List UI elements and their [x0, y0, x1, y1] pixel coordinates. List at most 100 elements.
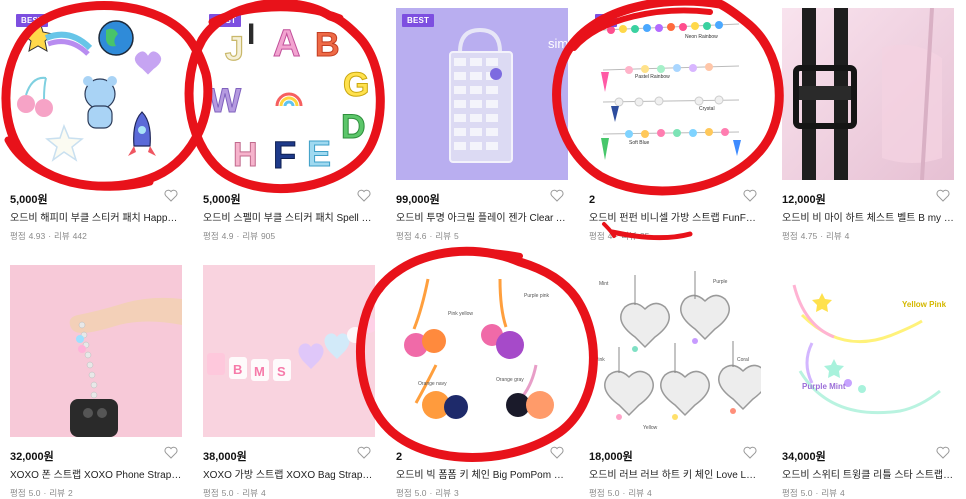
- product-price: 18,000원: [589, 451, 633, 463]
- product-price: 38,000원: [203, 451, 247, 463]
- svg-text:D: D: [341, 108, 366, 146]
- svg-text:B: B: [233, 362, 242, 377]
- product-rating: 평점 4.9 · 리뷰 905: [203, 231, 276, 241]
- svg-text:Pink: Pink: [595, 357, 605, 363]
- product-title[interactable]: XOXO 폰 스트랩 XOXO Phone Strap ...: [10, 466, 182, 481]
- product-thumbnail[interactable]: Yellow Pink Purple Mint: [782, 265, 954, 437]
- product-rating: 평점 5.0 · 리뷰 2: [10, 488, 73, 498]
- wishlist-heart-icon[interactable]: [164, 189, 178, 202]
- product-rating: 평점 4 · 리뷰 25: [589, 231, 650, 241]
- svg-text:I: I: [247, 18, 255, 51]
- svg-text:S: S: [277, 364, 286, 379]
- product-price: 5,000원: [10, 194, 48, 206]
- svg-text:Soft Blue: Soft Blue: [629, 140, 650, 146]
- wishlist-heart-icon[interactable]: [550, 446, 564, 459]
- product-thumbnail[interactable]: [10, 265, 182, 437]
- product-title[interactable]: 오드비 해피미 부클 스티커 패치 Happy ...: [10, 209, 182, 224]
- product-price: 12,000원: [782, 194, 826, 206]
- product-rating: 평점 5.0 · 리뷰 4: [203, 488, 266, 498]
- product-price: 2: [396, 451, 403, 463]
- letter-patch-image: J I A B G W D H F E: [209, 18, 370, 178]
- bag-strap-image: B M S: [203, 265, 375, 437]
- svg-text:Crystal: Crystal: [699, 106, 715, 112]
- product-card[interactable]: Yellow Pink Purple Mint 34,000원 오드비 스위티 …: [782, 265, 954, 499]
- wishlist-heart-icon[interactable]: [936, 189, 950, 202]
- product-title[interactable]: 오드비 러브 러브 하트 키 체인 Love Lov...: [589, 466, 761, 481]
- wishlist-heart-icon[interactable]: [550, 189, 564, 202]
- phone-strap-image: [10, 265, 182, 437]
- svg-text:M: M: [254, 364, 265, 379]
- product-rating: 평점 4.6 · 리뷰 5: [396, 231, 459, 241]
- heart-keychain-image: Mint Purple Pink Coral Yellow: [595, 271, 761, 431]
- product-title[interactable]: XOXO 가방 스트랩 XOXO Bag Strap o...: [203, 466, 375, 481]
- product-card[interactable]: Pink yellow Purple pink Orange navy Oran…: [396, 265, 568, 499]
- svg-text:Pastel Rainbow: Pastel Rainbow: [635, 74, 670, 80]
- chest-belt-image: [782, 8, 954, 180]
- product-thumbnail[interactable]: Mint Purple Pink Coral Yellow: [589, 265, 761, 437]
- product-title[interactable]: 오드비 빅 폼폼 키 체인 Big PomPom K...: [396, 466, 568, 481]
- best-badge: BEST: [16, 14, 49, 27]
- svg-text:W: W: [209, 82, 242, 120]
- svg-text:Yellow Pink: Yellow Pink: [902, 300, 947, 309]
- product-thumbnail[interactable]: Neon Rainbow Pastel Rainbow Crystal Soft…: [589, 8, 761, 180]
- svg-text:J: J: [225, 30, 244, 68]
- product-price: 2: [589, 194, 596, 206]
- svg-text:Purple Mint: Purple Mint: [802, 382, 846, 391]
- product-title[interactable]: 오드비 비 마이 하트 체스트 벨트 B my H...: [782, 209, 954, 224]
- svg-text:Coral: Coral: [737, 357, 749, 363]
- product-card[interactable]: Mint Purple Pink Coral Yellow 18,000원 오드…: [589, 265, 761, 499]
- svg-text:E: E: [307, 133, 331, 174]
- svg-text:Mint: Mint: [599, 281, 609, 287]
- brand-watermark: simple: [548, 36, 568, 51]
- product-card[interactable]: 32,000원 XOXO 폰 스트랩 XOXO Phone Strap ... …: [10, 265, 182, 499]
- sticker-patch-image: [17, 20, 164, 162]
- product-card[interactable]: J I A B G W D H F E BEST 5,000원 오드비 스펠미 …: [203, 8, 375, 242]
- bag-strap-image: Neon Rainbow Pastel Rainbow Crystal Soft…: [601, 21, 741, 160]
- svg-text:Orange navy: Orange navy: [418, 381, 447, 387]
- product-thumbnail[interactable]: B M S: [203, 265, 375, 437]
- svg-text:F: F: [273, 135, 296, 177]
- svg-text:Pink yellow: Pink yellow: [448, 311, 473, 317]
- wishlist-heart-icon[interactable]: [357, 446, 371, 459]
- twinkle-strap-image: Yellow Pink Purple Mint: [792, 284, 947, 415]
- product-thumbnail[interactable]: [782, 8, 954, 180]
- product-card[interactable]: 12,000원 오드비 비 마이 하트 체스트 벨트 B my H... 평점 4…: [782, 8, 954, 242]
- svg-text:Purple: Purple: [713, 279, 728, 285]
- product-rating: 평점 4.93 · 리뷰 442: [10, 231, 87, 241]
- wishlist-heart-icon[interactable]: [357, 189, 371, 202]
- wishlist-heart-icon[interactable]: [936, 446, 950, 459]
- product-card[interactable]: BEST 5,000원 오드비 해피미 부클 스티커 패치 Happy ... …: [10, 8, 182, 242]
- pompom-keychain-image: Pink yellow Purple pink Orange navy Oran…: [404, 278, 554, 419]
- product-title[interactable]: 오드비 펀펀 비니셀 가방 스트랩 FunFun...: [589, 209, 761, 224]
- wishlist-heart-icon[interactable]: [164, 446, 178, 459]
- product-price: 32,000원: [10, 451, 54, 463]
- product-rating: 평점 5.0 · 리뷰 4: [589, 488, 652, 498]
- product-title[interactable]: 오드비 투명 아크릴 플레이 젠가 Clear A...: [396, 209, 568, 224]
- svg-text:Purple pink: Purple pink: [524, 293, 550, 299]
- product-thumbnail[interactable]: Pink yellow Purple pink Orange navy Oran…: [396, 265, 568, 437]
- acrylic-jenga-image: [396, 8, 568, 180]
- best-badge: BEST: [402, 14, 435, 27]
- svg-text:A: A: [273, 23, 300, 65]
- svg-text:H: H: [233, 136, 258, 174]
- svg-text:B: B: [315, 26, 340, 64]
- product-thumbnail[interactable]: J I A B G W D H F E BEST: [203, 8, 375, 180]
- product-price: 34,000원: [782, 451, 826, 463]
- svg-text:G: G: [343, 66, 369, 104]
- product-rating: 평점 4.75 · 리뷰 4: [782, 231, 850, 241]
- product-title[interactable]: 오드비 스위티 트윙클 리틀 스타 스트랩 ...: [782, 466, 954, 481]
- product-card[interactable]: simple BEST 99,000원 오드비 투명 아크릴 플레이 젠가 Cl…: [396, 8, 568, 242]
- product-card[interactable]: B M S 38,000원 XOXO 가방 스트랩 XOXO Bag Strap…: [203, 265, 375, 499]
- svg-text:Neon Rainbow: Neon Rainbow: [685, 34, 718, 40]
- product-card[interactable]: Neon Rainbow Pastel Rainbow Crystal Soft…: [589, 8, 761, 242]
- product-price: 5,000원: [203, 194, 241, 206]
- product-price: 99,000원: [396, 194, 440, 206]
- wishlist-heart-icon[interactable]: [743, 446, 757, 459]
- product-title[interactable]: 오드비 스펠미 부클 스티커 패치 Spell M...: [203, 209, 375, 224]
- product-rating: 평점 5.0 · 리뷰 3: [396, 488, 459, 498]
- best-badge: BE: [595, 14, 617, 27]
- svg-text:Yellow: Yellow: [643, 425, 658, 431]
- product-thumbnail[interactable]: BEST: [10, 8, 182, 180]
- wishlist-heart-icon[interactable]: [743, 189, 757, 202]
- product-thumbnail[interactable]: simple BEST: [396, 8, 568, 180]
